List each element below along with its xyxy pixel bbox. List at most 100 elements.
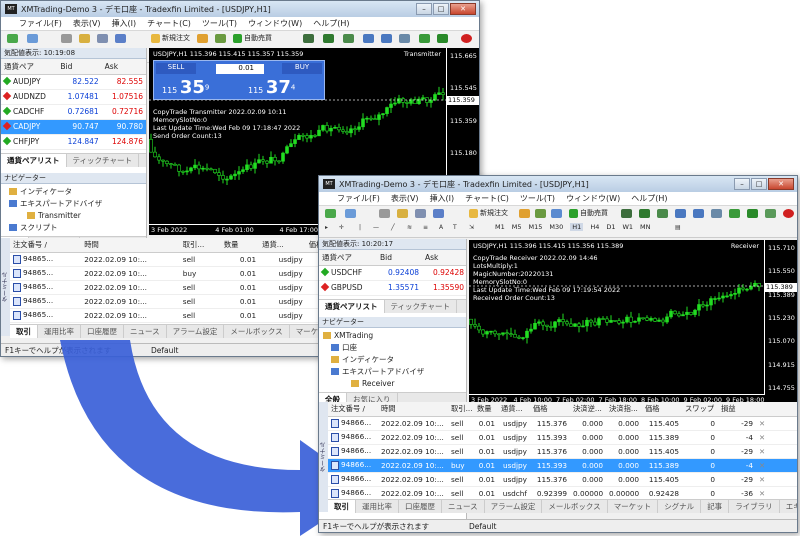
new-chart-icon[interactable] bbox=[325, 209, 336, 218]
zoom-in-icon[interactable] bbox=[675, 209, 686, 218]
terminal-tab[interactable]: 取引 bbox=[328, 500, 356, 513]
vline-tool-icon[interactable]: | bbox=[359, 224, 361, 231]
fibo-tool-icon[interactable]: ≡ bbox=[423, 224, 428, 231]
close-order-icon[interactable]: ✕ bbox=[756, 430, 797, 445]
autoscroll-icon[interactable] bbox=[729, 209, 740, 218]
crosshair-tool-icon[interactable]: ✛ bbox=[339, 224, 344, 231]
terminal-tab[interactable]: アラーム設定 bbox=[485, 500, 543, 513]
trade-row[interactable]: 94866... 2022.02.09 10:... sell 0.01 usdchf 0… bbox=[328, 486, 797, 499]
trade-row[interactable]: 94866... 2022.02.09 10:... sell 0.01 usdjpy 1… bbox=[328, 444, 797, 459]
terminal-column-header[interactable]: 決済指... bbox=[606, 402, 642, 417]
strategy-tester-icon[interactable] bbox=[433, 209, 444, 218]
zoom-out-icon[interactable] bbox=[693, 209, 704, 218]
market-watch-header[interactable]: Bid bbox=[377, 250, 422, 266]
options-icon[interactable] bbox=[535, 209, 546, 218]
terminal-column-header[interactable]: 損益 bbox=[718, 402, 756, 417]
trade-row[interactable]: 94866... 2022.02.09 10:... buy 0.01 usdjpy 11… bbox=[328, 458, 797, 473]
terminal-column-header[interactable]: 注文番号 / bbox=[328, 402, 378, 417]
terminal-tab[interactable]: シグナル bbox=[658, 500, 702, 513]
cursor-tool-icon[interactable]: ▸ bbox=[325, 224, 328, 231]
terminal-tab[interactable]: 運用比率 bbox=[356, 500, 399, 513]
close-order-icon[interactable]: ✕ bbox=[756, 416, 797, 431]
trade-row[interactable]: 94866... 2022.02.09 10:... sell 0.01 usdjpy 1… bbox=[328, 430, 797, 445]
close-button[interactable]: ✕ bbox=[768, 178, 794, 190]
navigator-item[interactable]: 口座 bbox=[321, 342, 464, 354]
timeframe-button[interactable]: M5 bbox=[512, 223, 522, 231]
terminal-tab[interactable]: メールボックス bbox=[542, 500, 608, 513]
market-watch-header[interactable]: Ask bbox=[422, 250, 466, 266]
timeframe-button[interactable]: M30 bbox=[549, 223, 563, 231]
trade-row[interactable]: 94866... 2022.02.09 10:... sell 0.01 usdjpy 1… bbox=[328, 416, 797, 431]
arrow-tool-icon[interactable]: ⇲ bbox=[469, 224, 474, 231]
terminal-icon[interactable] bbox=[415, 209, 426, 218]
candle-chart-icon[interactable] bbox=[639, 209, 650, 218]
close-order-icon[interactable]: ✕ bbox=[756, 444, 797, 459]
market-watch-row[interactable]: USDCHF 0.92408 0.92428 bbox=[319, 265, 466, 281]
timeframe-button[interactable]: H4 bbox=[590, 223, 599, 231]
navigator-item[interactable]: Receiver bbox=[321, 378, 464, 390]
terminal-tab[interactable]: 記事 bbox=[701, 500, 730, 513]
terminal-column-header[interactable]: 通貨... bbox=[498, 402, 530, 417]
menu-item-3[interactable]: チャート(C) bbox=[465, 193, 509, 204]
terminal-column-header[interactable]: 取引... bbox=[448, 402, 474, 417]
timeframe-button[interactable]: D1 bbox=[606, 223, 615, 231]
timeframe-button[interactable]: M15 bbox=[529, 223, 543, 231]
channel-tool-icon[interactable]: ≋ bbox=[407, 224, 412, 231]
market-watch-row[interactable]: GBPUSD 1.35571 1.35590 bbox=[319, 280, 466, 296]
timeframe-button[interactable]: MN bbox=[640, 223, 650, 231]
market-watch-tab[interactable]: 通貨ペアリスト bbox=[319, 299, 385, 313]
menu-item-0[interactable]: ファイル(F) bbox=[337, 193, 380, 204]
close-order-icon[interactable]: ✕ bbox=[756, 458, 797, 473]
menu-item-4[interactable]: ツール(T) bbox=[520, 193, 555, 204]
auto-trade-button[interactable]: 自動売買 bbox=[569, 208, 608, 218]
timeframe-button[interactable]: M1 bbox=[495, 223, 505, 231]
terminal-column-header[interactable]: 決済逆... bbox=[570, 402, 606, 417]
terminal-tab[interactable]: ライブラリ bbox=[729, 500, 780, 513]
terminal-tab[interactable]: 口座履歴 bbox=[399, 500, 442, 513]
menu-item-5[interactable]: ウィンドウ(W) bbox=[566, 193, 620, 204]
menu-item-6[interactable]: ヘルプ(H) bbox=[631, 193, 667, 204]
chart-shift-icon[interactable] bbox=[747, 209, 758, 218]
terminal-tab[interactable]: マーケット bbox=[608, 500, 659, 513]
market-watch-tab[interactable]: ティックチャート bbox=[385, 299, 457, 313]
navigator-icon[interactable] bbox=[397, 209, 408, 218]
tile-icon[interactable] bbox=[711, 209, 722, 218]
alert-icon[interactable] bbox=[783, 209, 794, 218]
history-icon[interactable] bbox=[551, 209, 562, 218]
new-order-button[interactable]: 新規注文 bbox=[469, 208, 508, 218]
profiles-icon[interactable] bbox=[345, 209, 356, 218]
front-chart[interactable]: USDJPY,H1 115.396 115.415 115.356 115.38… bbox=[469, 240, 797, 405]
close-order-icon[interactable]: ✕ bbox=[756, 472, 797, 487]
line-chart-icon[interactable] bbox=[657, 209, 668, 218]
trendline-tool-icon[interactable]: ╱ bbox=[391, 224, 395, 231]
market-watch-header[interactable]: 通貨ペア bbox=[319, 250, 377, 266]
menu-item-1[interactable]: 表示(V) bbox=[391, 193, 419, 204]
hline-tool-icon[interactable]: — bbox=[373, 224, 379, 231]
close-order-icon[interactable]: ✕ bbox=[756, 486, 797, 499]
metaeditor-icon[interactable] bbox=[519, 209, 530, 218]
bar-chart-icon[interactable] bbox=[621, 209, 632, 218]
crosshair-icon[interactable] bbox=[379, 209, 390, 218]
template-icon[interactable]: ▤ bbox=[675, 224, 681, 231]
terminal-column-header[interactable]: 数量 bbox=[474, 402, 498, 417]
trade-cell-value: 2022.02.09 10:... bbox=[381, 418, 444, 428]
navigator-item[interactable]: エキスパートアドバイザ bbox=[321, 366, 464, 378]
label-tool-icon[interactable]: T bbox=[453, 224, 457, 231]
timeframe-button[interactable]: W1 bbox=[622, 223, 633, 231]
indicators-icon[interactable] bbox=[765, 209, 776, 218]
maximize-button[interactable]: □ bbox=[751, 178, 767, 190]
navigator-item[interactable]: XMTrading bbox=[321, 330, 464, 342]
terminal-tab[interactable]: ニュース bbox=[442, 500, 485, 513]
terminal-side-tab[interactable]: ターミナル bbox=[319, 402, 328, 512]
terminal-tab[interactable]: エキ bbox=[780, 500, 797, 513]
trade-row[interactable]: 94866... 2022.02.09 10:... sell 0.01 usdjpy 1… bbox=[328, 472, 797, 487]
terminal-column-header[interactable]: 価格 bbox=[530, 402, 570, 417]
navigator-item[interactable]: インディケータ bbox=[321, 354, 464, 366]
minimize-button[interactable]: – bbox=[734, 178, 750, 190]
terminal-column-header[interactable]: 価格 bbox=[642, 402, 682, 417]
terminal-column-header[interactable]: 時間 bbox=[378, 402, 448, 417]
terminal-column-header[interactable]: スワップ bbox=[682, 402, 718, 417]
timeframe-button[interactable]: H1 bbox=[570, 223, 584, 231]
menu-item-2[interactable]: 挿入(I) bbox=[430, 193, 455, 204]
text-tool-icon[interactable]: A bbox=[439, 224, 443, 231]
